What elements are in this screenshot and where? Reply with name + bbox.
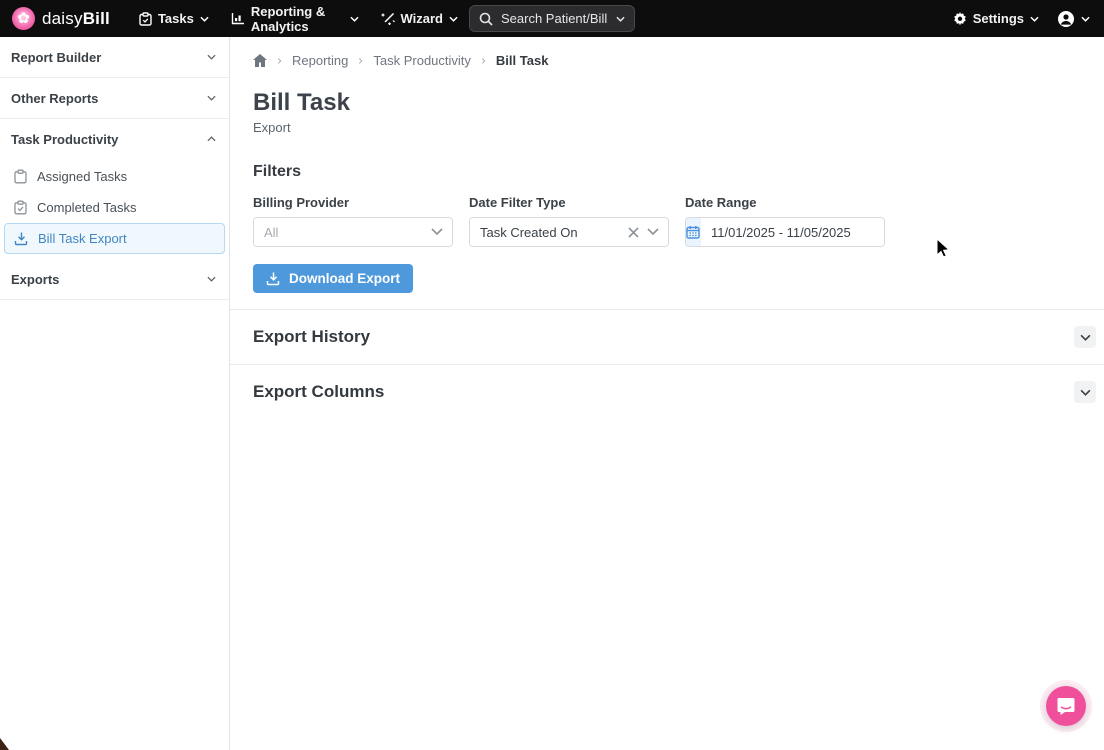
export-history-title: Export History xyxy=(253,327,370,347)
billing-provider-select[interactable]: All xyxy=(253,217,453,247)
brand-name: daisyBill xyxy=(42,9,110,29)
clipboard-icon xyxy=(13,169,28,184)
chevron-up-icon xyxy=(207,136,216,142)
export-columns-title: Export Columns xyxy=(253,382,384,402)
clear-icon[interactable] xyxy=(628,227,639,238)
search-placeholder: Search Patient/Bill xyxy=(501,11,608,26)
top-navbar: ✿ daisyBill Tasks Reporting & Analytics … xyxy=(0,0,1104,37)
chevron-down-icon xyxy=(1080,334,1091,341)
download-icon xyxy=(266,271,281,286)
sidebar-item-bill-task-export[interactable]: Bill Task Export xyxy=(4,223,225,254)
chevron-right-icon xyxy=(479,58,488,64)
chevron-down-icon xyxy=(1081,16,1090,22)
chevron-down-icon xyxy=(207,54,216,60)
chart-icon xyxy=(231,12,245,25)
chevron-down-icon xyxy=(1080,389,1091,396)
date-filter-type-field: Date Filter Type Task Created On xyxy=(469,195,669,247)
download-export-label: Download Export xyxy=(289,271,400,286)
chat-messenger-button[interactable] xyxy=(1046,686,1086,726)
nav-item-wizard[interactable]: Wizard xyxy=(370,0,470,37)
download-export-button[interactable]: Download Export xyxy=(253,264,413,293)
sidebar-section-exports[interactable]: Exports xyxy=(0,259,229,299)
home-icon[interactable] xyxy=(253,54,267,67)
download-icon xyxy=(14,231,29,246)
sidebar-item-assigned-tasks[interactable]: Assigned Tasks xyxy=(0,161,229,192)
nav-item-label: Wizard xyxy=(401,11,444,26)
sidebar-item-label: Bill Task Export xyxy=(38,231,127,246)
date-range-input[interactable] xyxy=(701,225,885,240)
filters-row: Billing Provider All Date Filter Type Ta… xyxy=(230,181,1104,247)
billing-provider-value: All xyxy=(254,225,431,240)
export-history-section: Export History xyxy=(230,309,1104,364)
page-subtitle: Export xyxy=(230,117,1104,135)
divider xyxy=(0,299,229,300)
global-search[interactable]: Search Patient/Bill xyxy=(469,5,635,32)
brand-logo[interactable]: ✿ daisyBill xyxy=(12,7,110,30)
chevron-down-icon xyxy=(616,16,625,22)
section-label: Task Productivity xyxy=(11,132,118,147)
chevron-down-icon xyxy=(207,276,216,282)
settings-label: Settings xyxy=(973,11,1024,26)
chevron-down-icon xyxy=(647,228,659,236)
user-avatar-icon xyxy=(1057,10,1075,28)
corner-artifact xyxy=(0,738,9,750)
nav-item-reporting-analytics[interactable]: Reporting & Analytics xyxy=(220,0,370,37)
chevron-down-icon xyxy=(1030,16,1039,22)
date-range-control[interactable] xyxy=(685,217,885,247)
export-columns-toggle-button[interactable] xyxy=(1074,381,1096,403)
date-range-label: Date Range xyxy=(685,195,885,210)
nav-item-label: Reporting & Analytics xyxy=(251,4,344,34)
chevron-down-icon xyxy=(431,228,443,236)
chat-bubble-icon xyxy=(1056,696,1076,716)
breadcrumb-link-reporting[interactable]: Reporting xyxy=(292,53,348,68)
date-filter-type-select[interactable]: Task Created On xyxy=(469,217,669,247)
chevron-down-icon xyxy=(200,16,209,22)
date-filter-type-value: Task Created On xyxy=(470,225,628,240)
billing-provider-label: Billing Provider xyxy=(253,195,453,210)
export-history-toggle-button[interactable] xyxy=(1074,326,1096,348)
export-columns-section: Export Columns xyxy=(230,364,1104,419)
sidebar-section-task-productivity[interactable]: Task Productivity xyxy=(0,119,229,159)
chevron-down-icon xyxy=(350,16,359,22)
settings-menu[interactable]: Settings xyxy=(951,0,1041,37)
chevron-right-icon xyxy=(275,58,284,64)
clipboard-icon xyxy=(139,12,152,26)
sidebar-item-label: Completed Tasks xyxy=(37,200,136,215)
sidebar-section-report-builder[interactable]: Report Builder xyxy=(0,37,229,77)
daisy-flower-icon: ✿ xyxy=(12,7,35,30)
sidebar-item-label: Assigned Tasks xyxy=(37,169,127,184)
magic-wand-icon xyxy=(381,12,395,26)
clipboard-check-icon xyxy=(13,200,28,215)
chevron-down-icon xyxy=(449,16,458,22)
chevron-right-icon xyxy=(356,58,365,64)
calendar-icon[interactable] xyxy=(686,218,701,246)
nav-item-label: Tasks xyxy=(158,11,194,26)
section-label: Report Builder xyxy=(11,50,101,65)
sidebar-section-other-reports[interactable]: Other Reports xyxy=(0,78,229,118)
gear-icon xyxy=(953,12,967,26)
section-label: Exports xyxy=(11,272,59,287)
date-range-field: Date Range xyxy=(685,195,885,247)
breadcrumb-current: Bill Task xyxy=(496,53,549,68)
sidebar-item-completed-tasks[interactable]: Completed Tasks xyxy=(0,192,229,223)
section-label: Other Reports xyxy=(11,91,98,106)
date-filter-type-label: Date Filter Type xyxy=(469,195,669,210)
search-icon xyxy=(479,12,493,26)
page-title: Bill Task xyxy=(230,68,1104,117)
breadcrumb: Reporting Task Productivity Bill Task xyxy=(230,37,1104,68)
account-menu[interactable] xyxy=(1055,0,1092,37)
billing-provider-field: Billing Provider All xyxy=(253,195,453,247)
filters-heading: Filters xyxy=(230,135,1104,181)
reports-sidebar: Report Builder Other Reports Task Produc… xyxy=(0,37,230,750)
nav-item-tasks[interactable]: Tasks xyxy=(128,0,220,37)
chevron-down-icon xyxy=(207,95,216,101)
breadcrumb-link-task-productivity[interactable]: Task Productivity xyxy=(373,53,471,68)
main-content: Reporting Task Productivity Bill Task Bi… xyxy=(230,37,1104,750)
